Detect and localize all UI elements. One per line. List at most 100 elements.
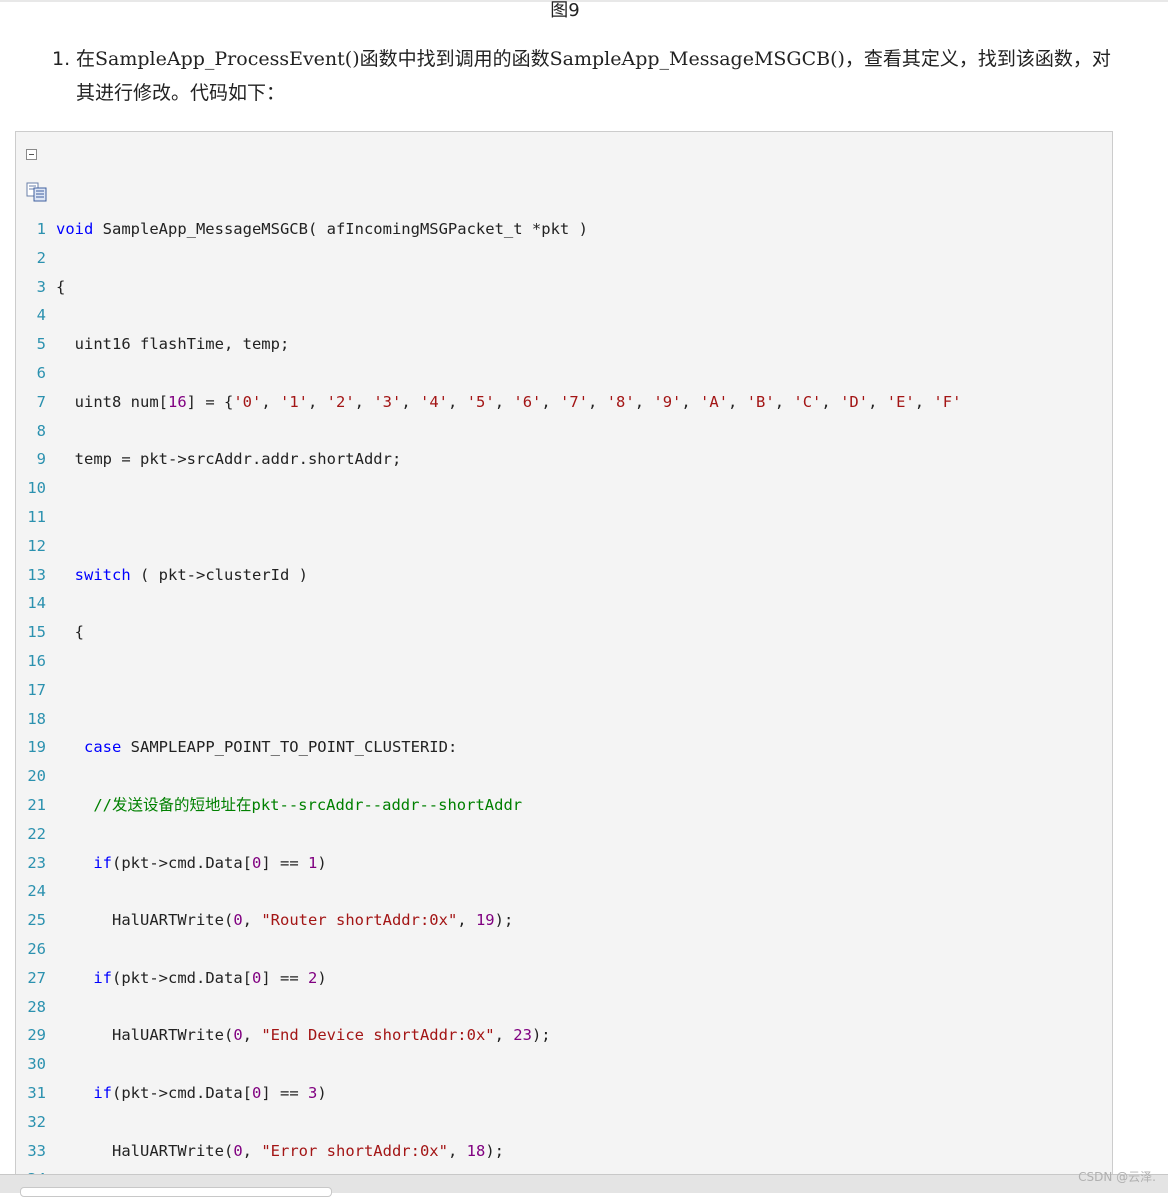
code-token: , (588, 392, 607, 411)
code-token: , (308, 392, 327, 411)
code-token: , (681, 392, 701, 411)
code-token: 'F' (933, 392, 962, 411)
code-line: 12 (16, 532, 1112, 561)
code-token: temp = pkt->srcAddr.addr.shortAddr; (56, 450, 402, 469)
horizontal-scrollbar[interactable] (0, 1174, 1168, 1197)
line-number: 12 (27, 536, 46, 555)
code-token: '3' (373, 392, 402, 411)
line-number: 19 (27, 738, 46, 757)
code-token: void (56, 220, 94, 238)
code-token: , (448, 392, 467, 411)
code-token: (pkt->cmd.Data[ (112, 853, 252, 872)
code-line: 9 temp = pkt->srcAddr.addr.shortAddr; (16, 445, 1112, 474)
code-token: 0 (233, 1026, 243, 1045)
code-line: 2 (16, 244, 1112, 273)
code-token: 0 (251, 853, 262, 872)
code-line: 6 (16, 359, 1112, 388)
code-line: 28 (16, 993, 1112, 1022)
code-line: 27 if(pkt->cmd.Data[0] == 2) (16, 964, 1112, 993)
code-token: , (401, 392, 421, 411)
line-number: 16 (27, 651, 46, 670)
code-lines: 1 void SampleApp_MessageMSGCB( afIncoming… (16, 215, 1112, 1191)
line-number: 15 (27, 623, 46, 642)
code-token: , (541, 392, 561, 411)
code-token: '6' (513, 392, 542, 411)
code-token: ); (485, 1141, 504, 1160)
line-number: 25 (27, 911, 46, 930)
line-number: 4 (36, 306, 46, 325)
code-token: switch (74, 565, 131, 584)
code-token: uint16 flashTime, temp; (56, 335, 290, 354)
line-number: 24 (27, 882, 46, 901)
code-line: 7 uint8 num[16] = {'0', '1', '2', '3', '… (16, 388, 1112, 417)
line-number: 5 (36, 335, 46, 354)
code-token: , (634, 392, 654, 411)
code-token: ] == (261, 1083, 308, 1102)
code-token: "End Device shortAddr:0x" (261, 1026, 495, 1045)
code-line: 26 (16, 935, 1112, 964)
code-token: , (242, 1141, 262, 1160)
code-line: 30 (16, 1050, 1112, 1079)
code-line: 11 (16, 503, 1112, 532)
code-line: 14 (16, 589, 1112, 618)
code-token: 'C' (793, 392, 822, 411)
line-number: 21 (27, 795, 46, 814)
code-token: , (261, 392, 280, 411)
code-token: ] == (261, 968, 308, 987)
line-number: 6 (36, 363, 46, 382)
code-line: 33 HalUARTWrite(0, "Error shortAddr:0x",… (16, 1137, 1112, 1166)
line-number: 8 (36, 421, 46, 440)
code-token: , (242, 911, 262, 930)
line-number: 2 (36, 248, 46, 267)
code-token: , (821, 392, 841, 411)
code-token: if (93, 853, 112, 872)
code-token: , (914, 392, 934, 411)
line-number: 17 (27, 680, 46, 699)
line-number: 13 (27, 565, 46, 584)
code-token: ) (317, 1083, 327, 1102)
line-number: 30 (27, 1055, 46, 1074)
code-token: , (494, 1026, 514, 1045)
code-token: , (868, 392, 887, 411)
collapse-icon[interactable] (26, 149, 37, 160)
line-number: 7 (36, 392, 46, 411)
code-token: , (457, 911, 476, 930)
code-token: , (728, 392, 747, 411)
scrollbar-thumb[interactable] (20, 1187, 332, 1197)
code-token: 18 (466, 1141, 486, 1160)
code-token: , (447, 1141, 467, 1160)
line-number: 32 (27, 1112, 46, 1131)
line-number: 18 (27, 709, 46, 728)
code-token: case (84, 738, 122, 757)
code-token: 'A' (700, 392, 729, 411)
line-number: 20 (27, 767, 46, 786)
code-token: '5' (466, 392, 495, 411)
code-token: 'D' (840, 392, 869, 411)
code-token: '0' (233, 392, 262, 411)
code-token: '7' (560, 392, 589, 411)
copy-icon[interactable] (26, 182, 50, 202)
code-token: , (774, 392, 794, 411)
code-line: 22 (16, 820, 1112, 849)
code-token: 0 (251, 1083, 262, 1102)
code-line: 31 if(pkt->cmd.Data[0] == 3) (16, 1079, 1112, 1108)
line-number: 3 (36, 277, 46, 296)
code-token: 0 (233, 1141, 243, 1160)
code-token: (pkt->cmd.Data[ (112, 968, 252, 987)
line-number: 28 (27, 997, 46, 1016)
code-line: 32 (16, 1108, 1112, 1137)
code-line: 13 switch ( pkt->clusterId ) (16, 561, 1112, 590)
code-token: 19 (475, 911, 495, 930)
code-token: if (93, 968, 112, 987)
code-token: { (56, 277, 66, 296)
code-token: "Error shortAddr:0x" (261, 1141, 448, 1160)
code-token: '4' (420, 392, 449, 411)
line-number: 14 (27, 594, 46, 613)
code-token: 'B' (746, 392, 775, 411)
code-token: ] == (261, 853, 308, 872)
code-token: ( pkt->clusterId ) (130, 565, 308, 584)
